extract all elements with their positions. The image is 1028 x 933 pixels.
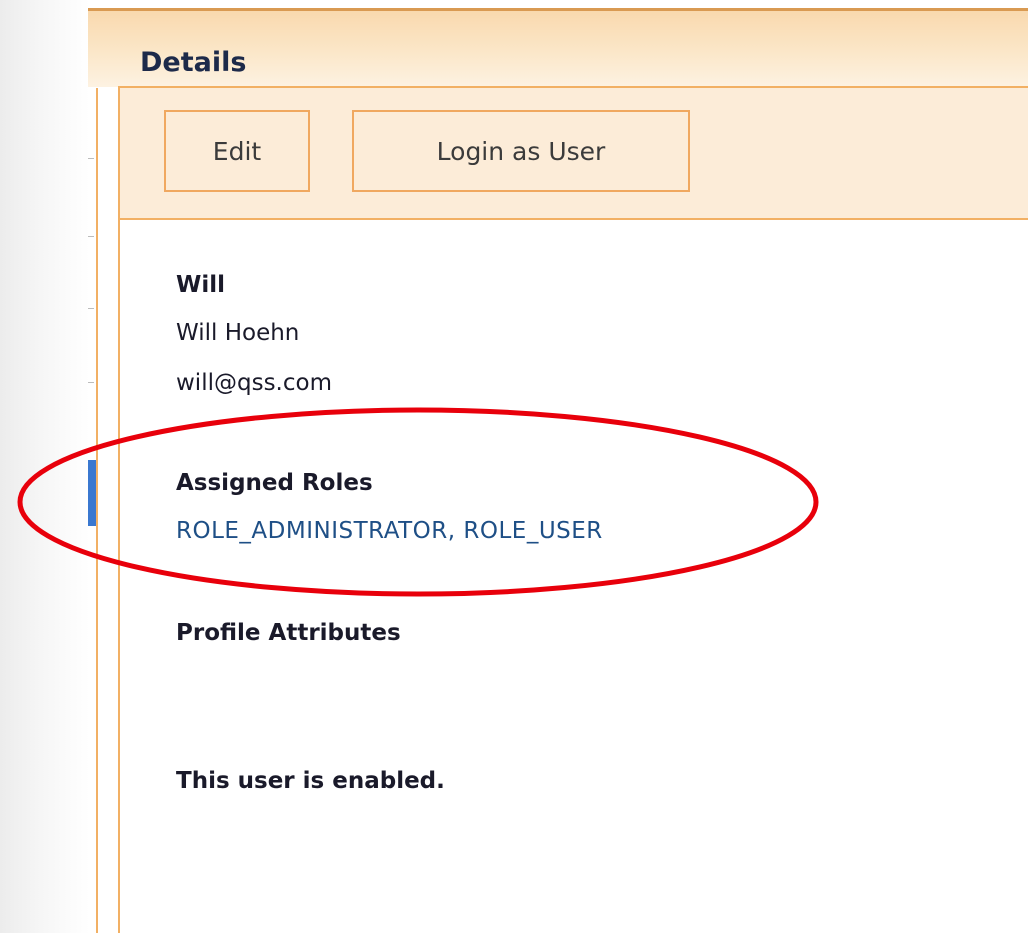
username: Will	[176, 272, 226, 298]
side-nav-divider	[88, 308, 94, 309]
side-nav-divider	[88, 382, 94, 383]
toolbar: Edit Login as User	[120, 88, 1028, 220]
profile-attributes-heading: Profile Attributes	[176, 620, 401, 646]
side-nav-divider	[88, 236, 94, 237]
details-header: Details	[88, 8, 1028, 87]
assigned-roles-value: ROLE_ADMINISTRATOR, ROLE_USER	[176, 518, 603, 544]
background	[0, 0, 90, 933]
details-panel: Edit Login as User Will Will Hoehn will@…	[118, 86, 1028, 933]
assigned-roles-heading: Assigned Roles	[176, 470, 373, 496]
screen: Details Edit Login as User Will Will Hoe…	[0, 0, 1028, 933]
email: will@qss.com	[176, 370, 332, 396]
enabled-status: This user is enabled.	[176, 768, 445, 794]
full-name: Will Hoehn	[176, 320, 300, 346]
edit-button[interactable]: Edit	[164, 110, 310, 192]
side-nav-selected-indicator[interactable]	[88, 460, 96, 526]
side-nav-divider	[88, 158, 94, 159]
page-title: Details	[140, 47, 247, 78]
login-as-user-button[interactable]: Login as User	[352, 110, 690, 192]
